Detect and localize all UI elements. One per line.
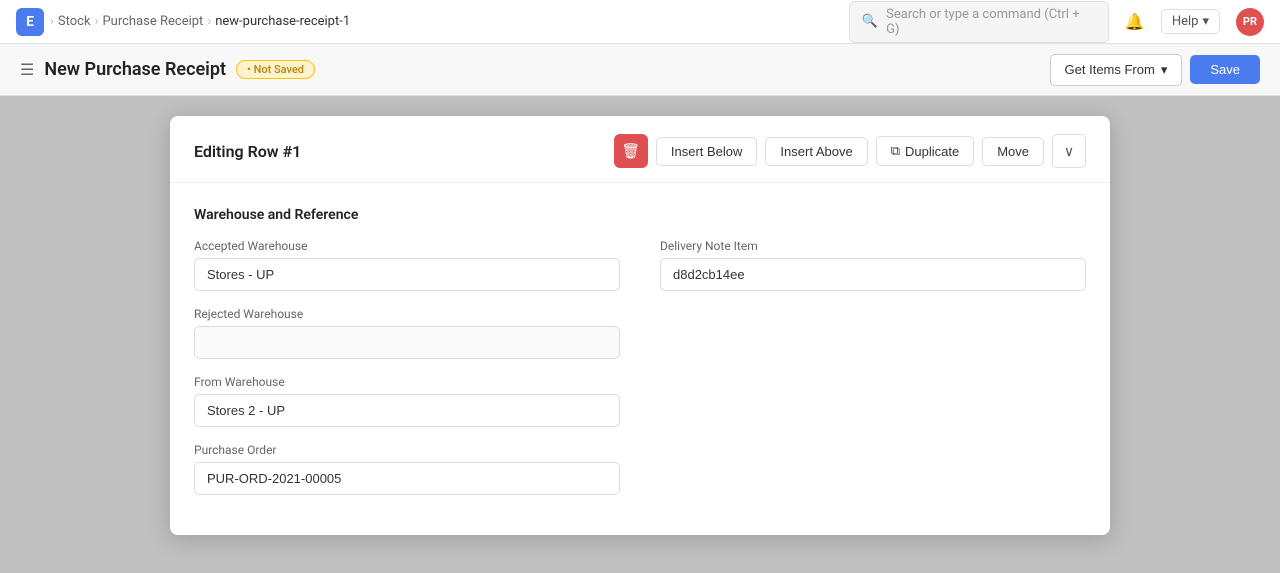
breadcrumb-current: new-purchase-receipt-1 bbox=[215, 14, 350, 29]
accepted-warehouse-label: Accepted Warehouse bbox=[194, 239, 620, 253]
accepted-warehouse-input[interactable] bbox=[194, 258, 620, 291]
rejected-warehouse-input[interactable] bbox=[194, 326, 620, 359]
get-items-button[interactable]: Get Items From ▾ bbox=[1050, 54, 1183, 86]
search-bar[interactable]: 🔍 Search or type a command (Ctrl + G) bbox=[849, 1, 1109, 43]
breadcrumb: › Stock › Purchase Receipt › new-purchas… bbox=[50, 14, 350, 29]
breadcrumb-purchase-receipt[interactable]: Purchase Receipt bbox=[102, 14, 203, 29]
dialog-body-scroll: Warehouse and Reference Accepted Warehou… bbox=[170, 183, 1110, 535]
notification-bell-icon[interactable]: 🔔 bbox=[1125, 12, 1145, 31]
get-items-label: Get Items From bbox=[1065, 62, 1155, 77]
delivery-note-item-input[interactable] bbox=[660, 258, 1086, 291]
breadcrumb-sep-1: › bbox=[95, 14, 99, 29]
topbar: E › Stock › Purchase Receipt › new-purch… bbox=[0, 0, 1280, 44]
avatar[interactable]: PR bbox=[1236, 8, 1264, 36]
dialog-body: Warehouse and Reference Accepted Warehou… bbox=[170, 183, 1110, 535]
help-button[interactable]: Help ▾ bbox=[1161, 9, 1220, 34]
breadcrumb-sep-0: › bbox=[50, 14, 54, 29]
purchase-order-input[interactable] bbox=[194, 462, 620, 495]
get-items-chevron-icon: ▾ bbox=[1161, 62, 1168, 78]
search-placeholder: Search or type a command (Ctrl + G) bbox=[886, 7, 1096, 37]
move-button[interactable]: Move bbox=[982, 137, 1044, 166]
accepted-warehouse-group: Accepted Warehouse bbox=[194, 239, 620, 291]
topbar-left: E › Stock › Purchase Receipt › new-purch… bbox=[16, 8, 350, 36]
dialog-title: Editing Row #1 bbox=[194, 142, 301, 161]
from-warehouse-input[interactable] bbox=[194, 394, 620, 427]
delivery-note-item-label: Delivery Note Item bbox=[660, 239, 1086, 253]
duplicate-icon: ⧉ bbox=[891, 143, 900, 159]
page-header-right: Get Items From ▾ Save bbox=[1050, 54, 1260, 86]
delete-row-button[interactable]: 🗑 bbox=[614, 134, 648, 168]
delivery-note-item-group: Delivery Note Item bbox=[660, 239, 1086, 291]
search-icon: 🔍 bbox=[862, 14, 878, 29]
hamburger-icon[interactable]: ☰ bbox=[20, 60, 34, 79]
right-column: Delivery Note Item bbox=[660, 239, 1086, 511]
purchase-order-label: Purchase Order bbox=[194, 443, 620, 457]
insert-above-button[interactable]: Insert Above bbox=[765, 137, 867, 166]
insert-below-button[interactable]: Insert Below bbox=[656, 137, 758, 166]
chevron-down-icon: ∨ bbox=[1064, 143, 1074, 160]
breadcrumb-sep-2: › bbox=[207, 14, 211, 29]
form-grid: Accepted Warehouse Rejected Warehouse Fr… bbox=[194, 239, 1086, 511]
left-column: Accepted Warehouse Rejected Warehouse Fr… bbox=[194, 239, 620, 511]
collapse-button[interactable]: ∨ bbox=[1052, 134, 1086, 168]
rejected-warehouse-group: Rejected Warehouse bbox=[194, 307, 620, 359]
editing-row-dialog: Editing Row #1 🗑 Insert Below Insert Abo… bbox=[170, 116, 1110, 535]
breadcrumb-stock[interactable]: Stock bbox=[58, 14, 91, 29]
rejected-warehouse-label: Rejected Warehouse bbox=[194, 307, 620, 321]
duplicate-button[interactable]: ⧉ Duplicate bbox=[876, 136, 975, 166]
from-warehouse-group: From Warehouse bbox=[194, 375, 620, 427]
save-button[interactable]: Save bbox=[1190, 55, 1260, 84]
page-title: New Purchase Receipt bbox=[44, 59, 226, 80]
section-title: Warehouse and Reference bbox=[194, 207, 1086, 223]
from-warehouse-label: From Warehouse bbox=[194, 375, 620, 389]
dialog-actions: 🗑 Insert Below Insert Above ⧉ Duplicate … bbox=[614, 134, 1086, 168]
help-label: Help bbox=[1172, 14, 1199, 29]
trash-icon: 🗑 bbox=[621, 142, 640, 160]
page-header-left: ☰ New Purchase Receipt • Not Saved bbox=[20, 59, 315, 80]
page-header: ☰ New Purchase Receipt • Not Saved Get I… bbox=[0, 44, 1280, 96]
main-area: Editing Row #1 🗑 Insert Below Insert Abo… bbox=[0, 96, 1280, 573]
duplicate-label: Duplicate bbox=[905, 144, 959, 159]
dialog-header: Editing Row #1 🗑 Insert Below Insert Abo… bbox=[170, 116, 1110, 183]
not-saved-badge: • Not Saved bbox=[236, 60, 315, 79]
app-logo: E bbox=[16, 8, 44, 36]
topbar-right: 🔍 Search or type a command (Ctrl + G) 🔔 … bbox=[849, 1, 1264, 43]
purchase-order-group: Purchase Order bbox=[194, 443, 620, 495]
help-chevron-icon: ▾ bbox=[1202, 14, 1209, 29]
